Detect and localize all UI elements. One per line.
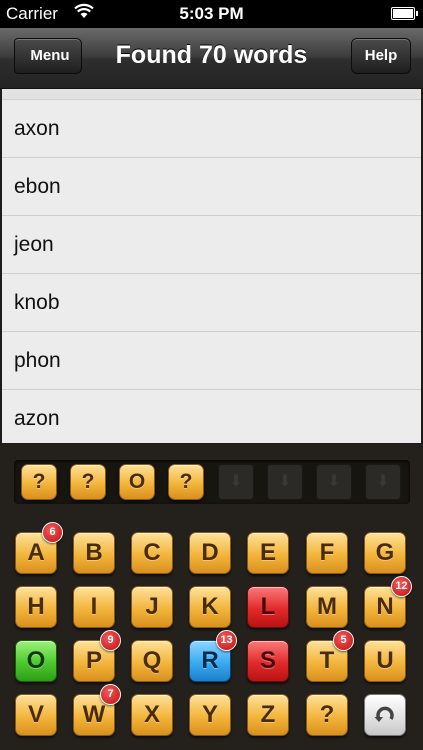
clock: 5:03 PM [179,4,244,23]
letter-tile-v[interactable]: V [15,694,57,736]
letter-tile-e[interactable]: E [247,532,289,574]
letter-tile-q[interactable]: Q [131,640,173,682]
input-slot-tile[interactable]: ? [70,464,106,500]
input-slot-tile[interactable]: O [119,464,155,500]
count-badge: 12 [391,576,412,597]
count-badge: 9 [100,630,121,651]
letter-tile-s[interactable]: S [247,640,289,682]
letter-tile-x[interactable]: X [131,694,173,736]
input-slot-tile[interactable]: ? [168,464,204,500]
battery-icon [391,7,418,20]
count-badge: 13 [216,630,237,651]
letter-tile-i[interactable]: I [73,586,115,628]
word-row[interactable]: ebon [2,158,421,216]
letter-tile-wildcard[interactable]: ? [306,694,348,736]
letter-tile-d[interactable]: D [189,532,231,574]
letter-board: ? ? O ? A6BCDEFGHIJKLMN12OP9QR13ST5UVW7X… [0,444,423,750]
navigation-bar: Menu Found 70 words Help [0,28,423,89]
letter-tile-g[interactable]: G [364,532,406,574]
empty-slot-down-arrow-icon[interactable] [316,464,352,500]
letter-tile-j[interactable]: J [131,586,173,628]
letter-tile-l[interactable]: L [247,586,289,628]
letter-tile-k[interactable]: K [189,586,231,628]
empty-slot-down-arrow-icon[interactable] [267,464,303,500]
letter-tile-z[interactable]: Z [247,694,289,736]
letter-tile-u[interactable]: U [364,640,406,682]
count-badge: 5 [333,630,354,651]
letter-tile-b[interactable]: B [73,532,115,574]
help-button[interactable]: Help [351,38,411,74]
empty-slot-down-arrow-icon[interactable] [365,464,401,500]
word-row[interactable]: axon [2,100,421,158]
count-badge: 7 [100,684,121,705]
empty-slot-down-arrow-icon[interactable] [218,464,254,500]
word-row[interactable]: jeon [2,216,421,274]
list-top-edge [2,89,421,100]
word-list[interactable]: axon ebon jeon knob phon azon [2,89,421,443]
reset-button[interactable] [364,694,406,736]
undo-icon [374,706,394,722]
word-row[interactable]: knob [2,274,421,332]
word-row[interactable]: azon [2,390,421,443]
count-badge: 6 [42,522,63,543]
status-bar: Carrier 5:03 PM [0,0,423,28]
letter-tile-c[interactable]: C [131,532,173,574]
word-row[interactable]: phon [2,332,421,390]
letter-tile-y[interactable]: Y [189,694,231,736]
letter-tile-f[interactable]: F [306,532,348,574]
letter-tile-m[interactable]: M [306,586,348,628]
letter-tile-h[interactable]: H [15,586,57,628]
input-slot-tile[interactable]: ? [21,464,57,500]
input-slots: ? ? O ? [14,460,410,504]
letter-tile-o[interactable]: O [15,640,57,682]
